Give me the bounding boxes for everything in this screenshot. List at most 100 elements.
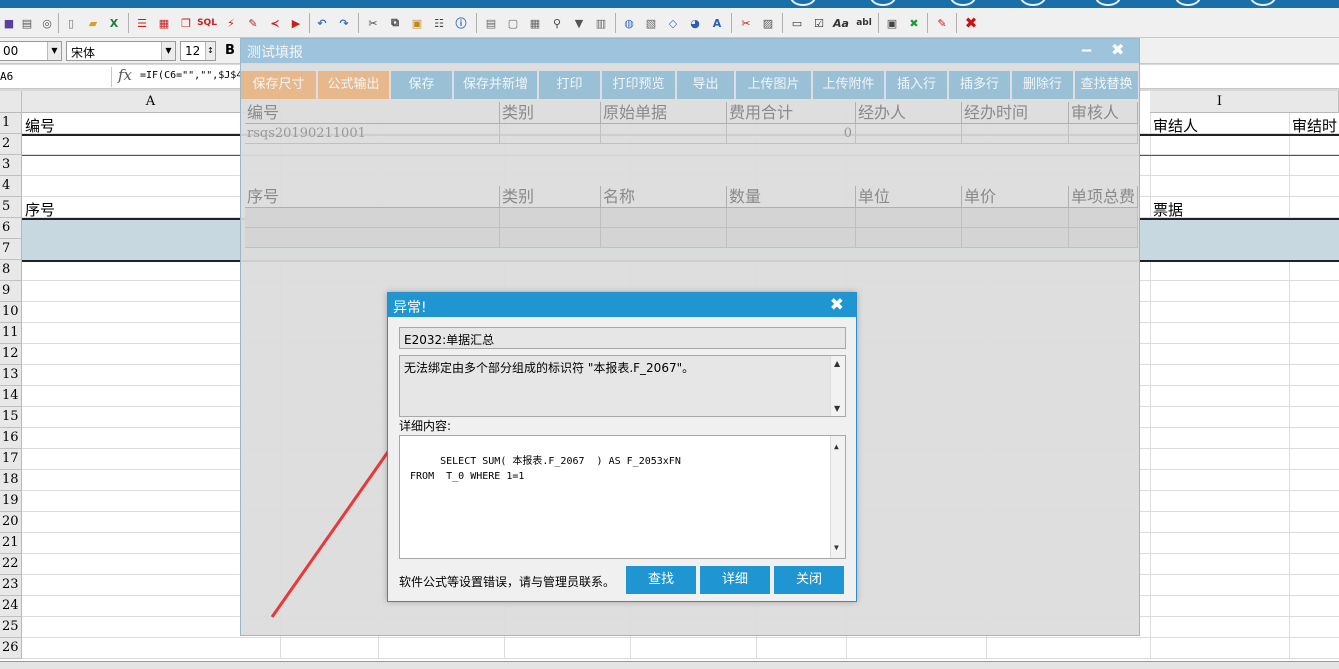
detail-cell[interactable] [500,228,601,248]
row-header[interactable]: 16 [0,428,22,449]
row-header[interactable]: 11 [0,323,22,344]
close-red-icon[interactable]: ✖ [962,14,980,32]
header-cell[interactable]: rsqs20190211001 [245,124,500,144]
form-button[interactable]: 导出 [677,71,735,99]
form-button[interactable]: 删除行 [1012,71,1074,99]
row-header[interactable]: 26 [0,638,22,659]
form-button[interactable]: 插入行 [886,71,948,99]
circle-icon[interactable] [1250,0,1276,6]
form-button[interactable]: 公式输出 [318,71,390,99]
filter-icon[interactable]: ▼ [570,14,588,32]
lightning-icon[interactable]: ⚡ [222,14,240,32]
page-icon[interactable]: ▯ [62,14,80,32]
scrollbar[interactable]: ▲ ▼ [830,436,845,558]
row-header[interactable]: 24 [0,596,22,617]
form-button[interactable]: 上传附件 [813,71,885,99]
close-icon[interactable]: ✖ [830,295,844,315]
sheet-tabs[interactable] [0,661,1339,669]
form-button[interactable]: 保存 [391,71,453,99]
row-header[interactable]: 5 [0,197,22,218]
detail-cell[interactable] [245,228,500,248]
play-icon[interactable]: ▶ [287,14,305,32]
pie-chart-icon[interactable]: ◕ [686,14,704,32]
check-x-icon[interactable]: ✖ [905,14,923,32]
bold-button[interactable]: B [220,41,240,61]
info-icon[interactable]: ⓘ [452,14,470,32]
cell-h1[interactable]: 审结人 [1153,115,1198,136]
search-button[interactable]: 查找 [626,566,696,594]
spin-icon[interactable]: ↕ [205,42,215,60]
row-header[interactable]: 12 [0,344,22,365]
excel-icon[interactable]: X [105,14,123,32]
checkbox-icon[interactable]: ☑ [810,14,828,32]
circle-icon[interactable] [1095,0,1121,6]
circle-icon[interactable] [1175,0,1201,6]
form-button[interactable]: 打印预览 [602,71,676,99]
row-header[interactable]: 6 [0,218,22,239]
circle-icon[interactable] [1020,0,1046,6]
detail-cell[interactable] [1069,228,1138,248]
copy-table-icon[interactable]: ❐ [177,14,195,32]
detail-cell[interactable] [601,208,727,228]
form-button[interactable]: 保存尺寸 [241,71,317,99]
frame-icon[interactable]: ▢ [504,14,522,32]
message-box[interactable]: 无法绑定由多个部分组成的标识符 "本报表.F_2067"。 ▲ ▼ [399,355,846,417]
row-header[interactable]: 20 [0,512,22,533]
zoom-combo[interactable]: 00 ▼ [0,41,62,61]
copy-icon[interactable]: ⧉ [386,14,404,32]
header-cell[interactable] [601,124,727,144]
detail-cell[interactable] [727,208,856,228]
row-header[interactable]: 13 [0,365,22,386]
row-header[interactable]: 18 [0,470,22,491]
minimize-icon[interactable]: ‒ [1081,40,1092,59]
row-header[interactable]: 2 [0,134,22,155]
row-header[interactable]: 7 [0,239,22,260]
print-icon[interactable]: ▤ [18,14,36,32]
table-grid-icon[interactable]: ▦ [526,14,544,32]
row-header[interactable]: 4 [0,176,22,197]
row-header[interactable]: 8 [0,260,22,281]
pencil-icon[interactable]: ✎ [933,14,951,32]
circle-icon[interactable] [870,0,896,6]
detail-cell[interactable] [962,228,1069,248]
form-button[interactable]: 保存并新增 [454,71,538,99]
row-header[interactable]: 14 [0,386,22,407]
share-icon[interactable]: ≺ [266,14,284,32]
row-header[interactable]: 10 [0,302,22,323]
binoculars-icon[interactable]: ⚲ [548,14,566,32]
header-cell[interactable] [500,124,601,144]
corner-header[interactable] [0,91,22,113]
table-icon[interactable]: ▤ [482,14,500,32]
image-icon[interactable]: ▧ [642,14,660,32]
scroll-up-icon[interactable]: ▲ [834,439,839,454]
header-cell[interactable] [962,124,1069,144]
header-cell[interactable]: 0 [727,124,856,144]
form-button[interactable]: 打印 [539,71,601,99]
detail-box[interactable]: SELECT SUM( 本报表.F_2067 ) AS F_2053xFN FR… [399,435,846,559]
column-header-next[interactable] [1289,91,1339,113]
row-header[interactable]: 17 [0,449,22,470]
clear-icon[interactable]: ☷ [430,14,448,32]
row-header[interactable]: 19 [0,491,22,512]
row-header[interactable]: 22 [0,554,22,575]
cell-i5[interactable]: 票据 [1153,199,1183,220]
scrollbar[interactable]: ▲ ▼ [830,356,845,416]
close-button[interactable]: 关闭 [774,566,844,594]
font-name-combo[interactable]: 宋体 ▼ [66,41,176,61]
circle-icon[interactable] [790,0,816,6]
chevron-down-icon[interactable]: ▼ [161,42,175,60]
column-header-i[interactable]: I [1150,91,1289,113]
function-icon[interactable]: fx [118,66,132,84]
wrench-icon[interactable]: ✎ [244,14,262,32]
form-button[interactable]: 上传图片 [736,71,812,99]
cell-reference[interactable]: A6 [0,67,112,87]
save-icon[interactable]: ■ [0,14,18,32]
web-icon[interactable]: ◍ [620,14,638,32]
font-size-combo[interactable]: 12 ↕ [180,41,216,61]
scroll-down-icon[interactable]: ▼ [834,540,839,555]
tag-icon[interactable]: ◇ [664,14,682,32]
row-header[interactable]: 25 [0,617,22,638]
label-aa-icon[interactable]: Aa [832,14,850,32]
paste-icon[interactable]: ▣ [408,14,426,32]
close-icon[interactable]: ✖ [1111,40,1124,59]
